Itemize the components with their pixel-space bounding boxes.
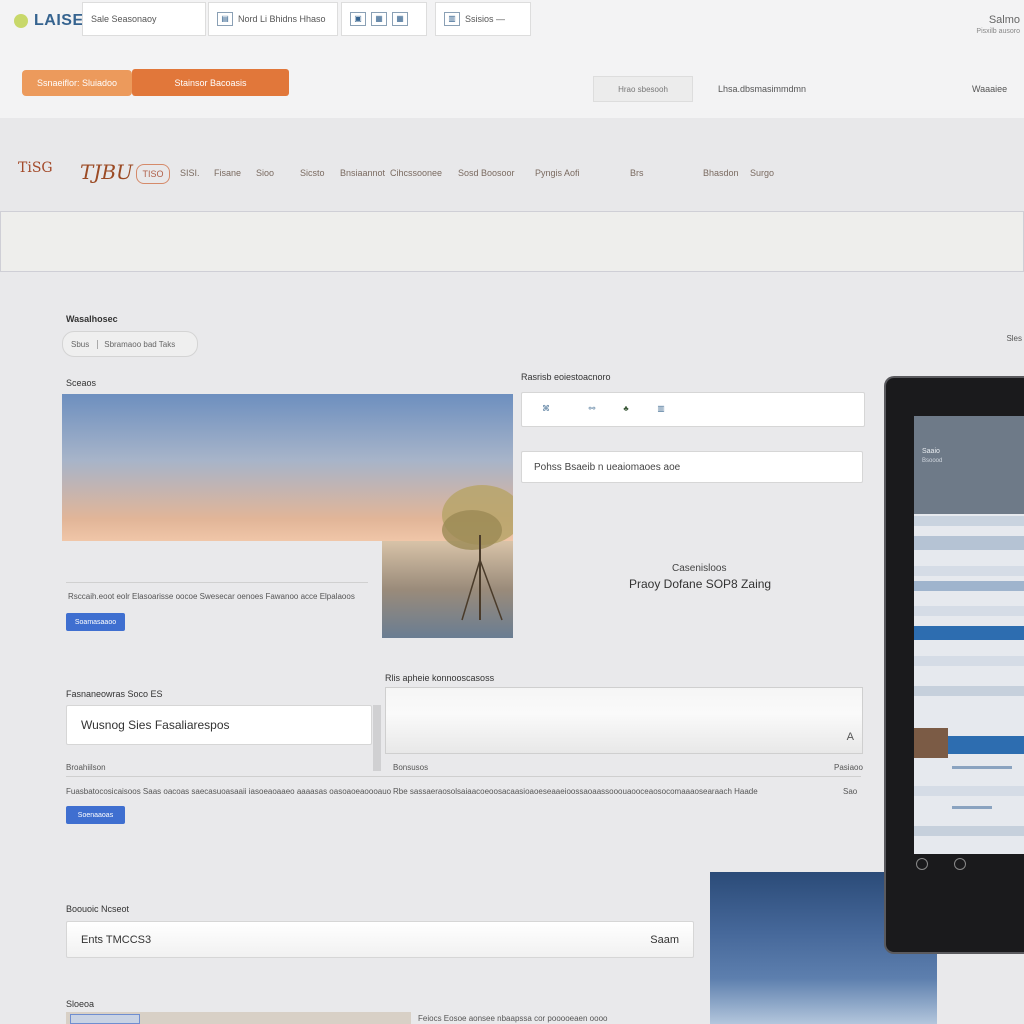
- icons-label: Rasrisb eoiestoacnoro: [521, 372, 611, 382]
- nav-item-4[interactable]: Sicsto: [300, 168, 325, 178]
- nav-item-5[interactable]: Bnsiaannot: [340, 168, 385, 178]
- submit-button[interactable]: Soenaaoas: [66, 806, 125, 824]
- chart-icon[interactable]: ▥: [648, 401, 674, 415]
- bottom-label: Sloeoa: [66, 999, 95, 1009]
- scrollbar[interactable]: [373, 705, 381, 771]
- row-label-left: Broahiilson: [66, 763, 106, 772]
- icon-toolbar: ⌘ ⚯ ♣ ▥: [521, 392, 865, 427]
- tree-icon[interactable]: ♣: [618, 401, 634, 415]
- account-sub: Pisxilb ausoro: [976, 28, 1020, 35]
- nav-logo-b[interactable]: TJBU: [80, 160, 133, 184]
- text-input[interactable]: Wusnog Sies Fasaliarespos: [66, 705, 372, 745]
- name-label: Boouoic Ncseot: [66, 904, 130, 914]
- image-icon: ▣: [350, 12, 366, 26]
- top-tab-4[interactable]: ▥ Ssisios —: [435, 2, 531, 36]
- name-input-value: Ents TMCCS3: [81, 933, 152, 946]
- tablet-subtitle: Bsoood: [922, 458, 943, 464]
- util-search-box[interactable]: Hrao sbesooh: [593, 76, 693, 102]
- top-tab-1[interactable]: Sale Seasonaoy: [82, 2, 206, 36]
- nav-item-9[interactable]: Brs: [630, 168, 644, 178]
- util-search-label: Hrao sbesooh: [618, 84, 668, 94]
- divider: [66, 582, 368, 583]
- filter-pill[interactable]: Sbus Sbramaoo bad Taks: [62, 331, 198, 357]
- document-icon: ▤: [217, 12, 233, 26]
- divider: [66, 776, 861, 777]
- tablet-home-icon[interactable]: [916, 858, 928, 870]
- grid-icon: ▦: [392, 12, 408, 26]
- search-input-text: Pohss Bsaeib n ueaiomaoes aoe: [534, 461, 681, 473]
- nav-item-10[interactable]: Bhasdon: [703, 168, 739, 178]
- message-textarea[interactable]: A: [385, 687, 863, 754]
- top-tab-2[interactable]: ▤ Nord Li Bhidns Hhaso: [208, 2, 338, 36]
- logo-icon: [14, 14, 28, 28]
- tree-illustration: [442, 485, 513, 621]
- name-input-suffix: Saam: [650, 933, 679, 946]
- row-label-right: Pasiaoo: [834, 763, 863, 772]
- account-name[interactable]: Salmo: [989, 14, 1020, 26]
- nav-item-11[interactable]: Surgo: [750, 168, 774, 178]
- name-input[interactable]: Ents TMCCS3 Saam: [66, 921, 694, 958]
- textarea-counter: A: [846, 731, 854, 743]
- row-text-right: Rbe sassaeraosolsaiaacoeoosacaasioaoesea…: [393, 787, 758, 796]
- nav-badge[interactable]: TISO: [136, 164, 170, 184]
- hero-button[interactable]: Soamasaaoo: [66, 613, 125, 631]
- hero-image[interactable]: [62, 394, 513, 638]
- bottom-right-text: Feiocs Eosoe aonsee nbaapssa cor pooooea…: [418, 1014, 608, 1023]
- nav-item-7[interactable]: Sosd Boosoor: [458, 168, 515, 178]
- nav-logo-a[interactable]: TiSG: [18, 160, 53, 176]
- filter-pill-right: Sbramaoo bad Taks: [104, 339, 176, 349]
- primary-action-button[interactable]: Stainsor Bacoasis: [132, 69, 289, 96]
- filter-pill-left: Sbus: [63, 339, 99, 349]
- nav-item-3[interactable]: Sioo: [256, 168, 274, 178]
- section-label: Wasalhosec: [66, 314, 118, 324]
- top-tab-4-label: Ssisios —: [465, 14, 506, 24]
- tablet-title: Saaio: [922, 448, 940, 455]
- top-tab-1-label: Sale Seasonaoy: [91, 14, 157, 24]
- nav-item-6[interactable]: Cihcssoonee: [390, 168, 442, 178]
- secondary-action-button[interactable]: Ssnaeiflor: Sluiadoo: [22, 70, 132, 96]
- textarea-label: Rlis apheie konnooscasoss: [385, 673, 495, 683]
- tablet-thumbnail: [914, 728, 948, 758]
- banner: [0, 211, 1024, 272]
- search-input[interactable]: Pohss Bsaeib n ueaiomaoes aoe: [521, 451, 863, 483]
- row-text-left: Fuasbatocosicaisoos Saas oacoas saecasuo…: [66, 787, 392, 796]
- row-label-mid: Bonsusos: [393, 763, 429, 772]
- nav-item-1[interactable]: SISI.: [180, 168, 200, 178]
- tablet-header: [914, 416, 1024, 514]
- hero-caption: Rsccaih.eoot eolr Elasoarisse oocoe Swes…: [68, 592, 355, 601]
- util-link-2[interactable]: Waaaiee: [972, 84, 1007, 94]
- tablet-screen[interactable]: Saaio Bsoood: [914, 416, 1024, 854]
- hero-label: Sceaos: [66, 378, 97, 388]
- chart-icon: ▥: [444, 12, 460, 26]
- edge-label: Sles: [1006, 334, 1022, 343]
- link-icon[interactable]: ⚯: [584, 401, 600, 415]
- share-icon[interactable]: ⌘: [538, 401, 554, 415]
- top-tab-2-label: Nord Li Bhidns Hhaso: [238, 14, 326, 24]
- tablet-menu-icon[interactable]: [954, 858, 966, 870]
- grid-icon: ▦: [371, 12, 387, 26]
- form-label: Fasnaneowras Soco ES: [66, 689, 163, 699]
- util-link-1[interactable]: Lhsa.dbsmasimmdmn: [718, 84, 806, 94]
- app-logo[interactable]: LAISE: [34, 12, 84, 30]
- promo-subtitle: Praoy Dofane SOP8 Zaing: [629, 577, 772, 591]
- text-input-value: Wusnog Sies Fasaliarespos: [81, 718, 230, 732]
- top-tab-3[interactable]: ▣ ▦ ▦: [341, 2, 427, 36]
- nav-item-2[interactable]: Fisane: [214, 168, 241, 178]
- row-text-right-end: Sao: [843, 787, 858, 796]
- tablet-device: Saaio Bsoood: [884, 376, 1024, 954]
- promo-title: Casenisloos: [672, 563, 727, 574]
- nav-item-8[interactable]: Pyngis Aofi: [535, 168, 580, 178]
- bottom-button[interactable]: [70, 1014, 140, 1024]
